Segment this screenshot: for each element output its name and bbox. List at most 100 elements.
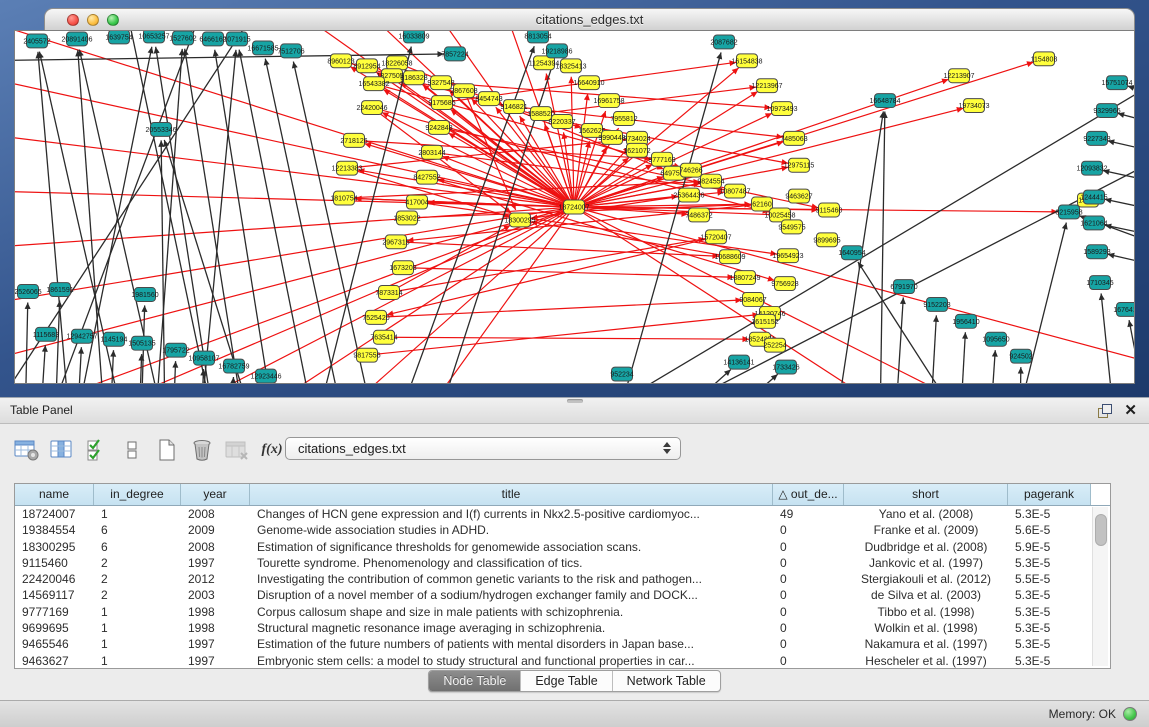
network-node[interactable]: 9175685: [428, 96, 455, 110]
network-node[interactable]: 25364436: [673, 188, 704, 202]
table-row[interactable]: 946362711997Embryonic stem cells: a mode…: [15, 653, 1110, 669]
network-node[interactable]: 9824554: [697, 174, 724, 188]
network-node[interactable]: 2867608: [450, 84, 477, 98]
network-node[interactable]: 12093832: [1076, 161, 1107, 175]
network-node[interactable]: 9152203: [923, 297, 950, 311]
network-node[interactable]: 1639754: [105, 31, 132, 44]
network-node[interactable]: 1981560: [131, 288, 158, 302]
network-node[interactable]: 12213383: [331, 161, 362, 175]
close-window-icon[interactable]: [67, 14, 79, 26]
network-node[interactable]: 9227343: [1083, 131, 1110, 145]
network-node[interactable]: 12213907: [943, 69, 974, 83]
network-node[interactable]: 8427552: [413, 170, 440, 184]
network-node[interactable]: 2718126: [340, 133, 367, 147]
network-node[interactable]: 10807487: [719, 184, 750, 198]
column-header-pagerank[interactable]: pagerank: [1008, 484, 1091, 505]
network-node[interactable]: 1640954: [838, 246, 865, 260]
split-divider-grip[interactable]: [567, 399, 583, 403]
network-node[interactable]: 1861591: [46, 283, 73, 297]
network-node[interactable]: 10653257: [138, 31, 169, 43]
tab-edge-table[interactable]: Edge Table: [521, 671, 612, 691]
network-node[interactable]: 1527602: [169, 31, 196, 45]
network-node[interactable]: 7486372: [685, 208, 712, 222]
network-node[interactable]: 8220337: [548, 115, 575, 129]
table-row[interactable]: 1456911722003Disruption of a novel membe…: [15, 587, 1110, 603]
network-node[interactable]: 2526065: [15, 285, 42, 299]
function-builder-button[interactable]: f(x): [259, 437, 285, 463]
network-node[interactable]: 1810754: [330, 191, 357, 205]
network-node[interactable]: 9242848: [425, 120, 452, 134]
network-node[interactable]: 1615152: [751, 314, 778, 328]
row-height-button[interactable]: [119, 437, 145, 463]
network-node[interactable]: 1244415: [1080, 190, 1107, 204]
table-row[interactable]: 1872400712008Changes of HCN gene express…: [15, 506, 1110, 522]
network-node[interactable]: 9817556: [353, 348, 380, 362]
network-node[interactable]: 8215958: [1055, 205, 1082, 219]
network-node[interactable]: 7525420: [362, 310, 389, 324]
network-node[interactable]: 1676412: [1113, 302, 1134, 316]
table-row[interactable]: 946554611997Estimation of the future num…: [15, 636, 1110, 652]
network-node[interactable]: 8960123: [327, 54, 354, 68]
table-row[interactable]: 969969511998Structural magnetic resonanc…: [15, 620, 1110, 636]
network-node[interactable]: 1095650: [982, 332, 1009, 346]
network-node[interactable]: 20553346: [145, 122, 176, 136]
column-header-title[interactable]: title: [250, 484, 773, 505]
network-node[interactable]: 9146821: [500, 100, 527, 114]
network-node[interactable]: 2967315: [382, 235, 409, 249]
column-header-short[interactable]: short: [844, 484, 1008, 505]
network-node[interactable]: 12213967: [751, 79, 782, 93]
network-node[interactable]: 16640910: [573, 76, 604, 90]
column-header-year[interactable]: year: [181, 484, 250, 505]
network-node[interactable]: 1589293: [1083, 245, 1110, 259]
memory-status-icon[interactable]: [1123, 707, 1137, 721]
network-node[interactable]: 20891406: [61, 32, 92, 46]
network-node[interactable]: 1071915: [223, 32, 250, 46]
delete-table-button-disabled[interactable]: [224, 437, 250, 463]
network-node[interactable]: 8813054: [524, 31, 551, 43]
network-node[interactable]: 1115683: [33, 327, 59, 341]
table-row[interactable]: 1938455462009Genome-wide association stu…: [15, 522, 1110, 538]
network-svg[interactable]: 1872400718300295896012389129541822605818…: [15, 31, 1134, 383]
new-column-button[interactable]: [154, 437, 180, 463]
network-node[interactable]: 9549575: [778, 220, 805, 234]
network-node[interactable]: 1621064: [1080, 216, 1107, 230]
network-canvas[interactable]: 1872400718300295896012389129541822605818…: [14, 30, 1135, 384]
network-node[interactable]: 16782759: [218, 359, 249, 373]
network-node[interactable]: 924502: [1009, 349, 1032, 363]
network-node[interactable]: 9756928: [771, 277, 798, 291]
network-node[interactable]: 1621072: [623, 143, 650, 157]
table-row[interactable]: 977716911998Corpus callosum shape and si…: [15, 604, 1110, 620]
network-node[interactable]: 2405572: [23, 34, 50, 48]
network-node[interactable]: 252254: [763, 338, 786, 352]
network-window-titlebar[interactable]: citations_edges.txt: [44, 8, 1135, 32]
vertical-scrollbar[interactable]: [1092, 507, 1108, 666]
network-node[interactable]: 7873314: [375, 286, 402, 300]
float-window-icon[interactable]: [1098, 404, 1112, 418]
network-node[interactable]: 18807249: [729, 271, 760, 285]
network-node[interactable]: 2087682: [710, 35, 737, 49]
network-node[interactable]: 8186328: [400, 71, 427, 85]
show-columns-button[interactable]: [49, 437, 75, 463]
tab-network-table[interactable]: Network Table: [613, 671, 720, 691]
network-node[interactable]: 16033809: [398, 31, 429, 43]
network-node[interactable]: 7485063: [780, 131, 807, 145]
network-node[interactable]: 746266: [679, 163, 702, 177]
column-header-in_degree[interactable]: in_degree: [94, 484, 181, 505]
table-select-dropdown[interactable]: citations_edges.txt: [285, 437, 681, 460]
network-node[interactable]: 1956410: [952, 314, 979, 328]
network-node[interactable]: 1710345: [1086, 276, 1113, 290]
table-row[interactable]: 911546021997Tourette syndrome. Phenomeno…: [15, 555, 1110, 571]
network-node[interactable]: 10958107: [188, 351, 219, 365]
network-node[interactable]: 7857224: [441, 47, 468, 61]
network-node[interactable]: 7635414: [370, 330, 397, 344]
network-node[interactable]: 952234: [610, 367, 633, 381]
network-node[interactable]: 1673203: [389, 261, 416, 275]
scrollbar-thumb[interactable]: [1095, 514, 1107, 546]
network-node[interactable]: 15751074: [1101, 76, 1132, 90]
table-settings-button[interactable]: [14, 437, 40, 463]
network-node[interactable]: 8912954: [353, 59, 380, 73]
network-node[interactable]: 62160: [752, 197, 773, 211]
minimize-window-icon[interactable]: [87, 14, 99, 26]
network-node[interactable]: 7512706: [277, 44, 304, 58]
network-node[interactable]: 19734073: [958, 99, 989, 113]
